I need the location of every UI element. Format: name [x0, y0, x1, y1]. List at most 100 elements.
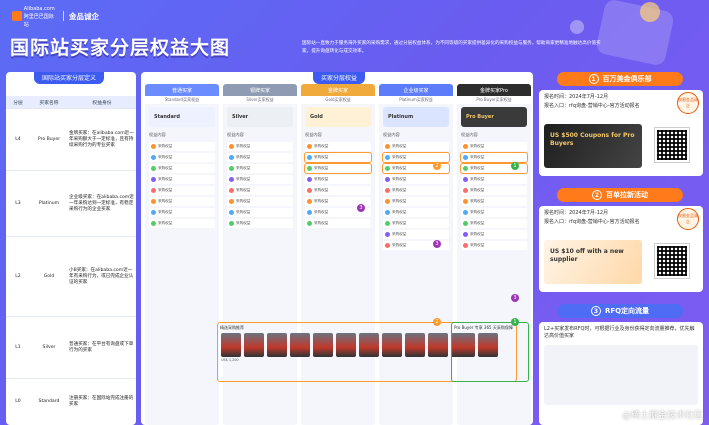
marker-badge: 1: [511, 318, 519, 326]
benefit-row[interactable]: 采购权益: [227, 175, 293, 184]
benefit-row[interactable]: 采购权益: [461, 175, 527, 184]
activity-card-1: 报名时间：2024年7月-12月 报名入口：rfq询盘-营销中心-官方活动报名 …: [539, 90, 703, 176]
product-image[interactable]: [428, 333, 448, 357]
benefit-row[interactable]: 采购权益: [461, 219, 527, 228]
qr-code[interactable]: [654, 243, 690, 279]
member-card[interactable]: Pro Buyer: [461, 107, 527, 127]
benefit-row-label: 采购权益: [236, 155, 251, 159]
benefit-row[interactable]: 采购权益: [149, 208, 215, 217]
row-level: L0: [15, 399, 21, 404]
benefit-row[interactable]: 采购权益: [461, 197, 527, 206]
product-image[interactable]: [290, 333, 310, 357]
benefit-icon: [229, 199, 234, 204]
benefit-row-label: 采购权益: [470, 199, 485, 203]
benefit-row[interactable]: 采购权益: [383, 186, 449, 195]
benefit-row-label: 采购权益: [236, 221, 251, 225]
product-image[interactable]: [221, 333, 241, 357]
benefit-row[interactable]: 采购权益: [149, 197, 215, 206]
product-image[interactable]: [405, 333, 425, 357]
benefit-row[interactable]: 采购权益: [304, 163, 372, 174]
benefit-icon: [151, 199, 156, 204]
benefit-row[interactable]: 采购权益: [461, 186, 527, 195]
coupon-banner[interactable]: US $500 Coupons for Pro Buyers: [544, 124, 642, 168]
benefit-row[interactable]: 采购权益: [461, 208, 527, 217]
benefit-row-label: 采购权益: [158, 221, 173, 225]
coupon-banner[interactable]: US $10 off with a new supplier: [544, 240, 642, 284]
row-desc: 企业级买家：在alibaba.com近一年采购达到一定标准，有稳定采购行为的企业…: [69, 194, 134, 212]
benefit-row-label: 采购权益: [236, 199, 251, 203]
table-header: 分层 买家名称 权益身份: [6, 96, 136, 108]
benefit-row[interactable]: 采购权益: [149, 186, 215, 195]
benefit-row[interactable]: 采购权益: [304, 152, 372, 163]
row-name: Gold: [43, 273, 55, 279]
benefit-row[interactable]: 采购权益: [383, 197, 449, 206]
benefit-icon: [463, 199, 468, 204]
product-image[interactable]: [336, 333, 356, 357]
member-card[interactable]: Silver: [227, 107, 293, 127]
benefit-row[interactable]: 采购权益: [227, 142, 293, 151]
benefit-row[interactable]: 采购权益: [383, 230, 449, 239]
product-image[interactable]: [455, 333, 475, 357]
member-card[interactable]: Gold: [305, 107, 371, 127]
member-card[interactable]: Platinum: [383, 107, 449, 127]
benefit-icon: [385, 243, 390, 248]
header-level: 分层: [13, 100, 23, 106]
benefit-row[interactable]: 采购权益: [383, 208, 449, 217]
benefit-row-label: 采购权益: [158, 155, 173, 159]
benefit-row[interactable]: 采购权益: [383, 175, 449, 184]
benefit-row[interactable]: 采购权益: [149, 175, 215, 184]
benefit-row[interactable]: 采购权益: [305, 186, 371, 195]
header-name: 买家名称: [39, 100, 59, 106]
logo-line2: 阿里巴巴国际站: [23, 14, 54, 28]
benefit-row[interactable]: 采购权益: [305, 142, 371, 151]
product-image[interactable]: [313, 333, 333, 357]
decoration-shape: [570, 20, 584, 34]
benefit-icon: [151, 177, 156, 182]
benefit-row[interactable]: 采购权益: [383, 142, 449, 151]
column-subtitle: Standard买家权益: [145, 96, 219, 104]
product-image[interactable]: [478, 333, 498, 357]
logo-line1: Alibaba.com: [23, 6, 55, 12]
qr-code[interactable]: [654, 127, 690, 163]
benefit-row[interactable]: 采购权益: [227, 164, 293, 173]
row-name: Pro Buyer: [37, 136, 61, 142]
benefit-row[interactable]: 采购权益: [227, 219, 293, 228]
benefit-row[interactable]: 采购权益: [227, 197, 293, 206]
alibaba-logo: Alibaba.com 阿里巴巴国际站: [12, 6, 58, 28]
benefit-icon: [463, 243, 468, 248]
product-image[interactable]: [359, 333, 379, 357]
step-number: 3: [590, 306, 601, 316]
product-image[interactable]: [267, 333, 287, 357]
benefit-icon: [385, 188, 390, 193]
benefit-row-label: 采购权益: [392, 243, 407, 247]
benefit-row[interactable]: 采购权益: [149, 153, 215, 162]
benefit-row[interactable]: 采购权益: [227, 186, 293, 195]
benefit-row[interactable]: 采购权益: [227, 153, 293, 162]
product-image[interactable]: [244, 333, 264, 357]
marker-badge: 3: [357, 204, 365, 212]
benefit-row[interactable]: 采购权益: [149, 142, 215, 151]
benefit-row[interactable]: 采购权益: [461, 230, 527, 239]
marker-badge: 2: [433, 318, 441, 326]
benefit-icon: [463, 232, 468, 237]
benefit-row[interactable]: 采购权益: [305, 175, 371, 184]
benefit-icon: [385, 199, 390, 204]
row-name: Platinum: [38, 200, 60, 206]
benefit-row[interactable]: 采购权益: [305, 219, 371, 228]
marker-badge: 2: [433, 162, 441, 170]
benefit-row[interactable]: 采购权益: [149, 219, 215, 228]
benefit-row[interactable]: 采购权益: [461, 142, 527, 151]
benefit-row[interactable]: 采购权益: [382, 152, 450, 163]
benefit-row[interactable]: 采购权益: [149, 164, 215, 173]
pro-buyer-strip[interactable]: Pro Buyer 专享 365 天采购保障: [451, 322, 529, 382]
member-card[interactable]: Standard: [149, 107, 215, 127]
benefit-row-label: 采购权益: [470, 166, 485, 170]
benefit-row[interactable]: 采购权益: [383, 219, 449, 228]
column-subtitle: Gold买家权益: [301, 96, 375, 104]
benefit-row[interactable]: 采购权益: [227, 208, 293, 217]
table-row: L4 Pro Buyer 金牌买家：在alibaba.com近一年采购额大于一定…: [6, 108, 136, 170]
benefit-row[interactable]: 采购权益: [461, 241, 527, 250]
benefit-row[interactable]: 采购权益: [460, 152, 528, 163]
benefit-icon: [151, 221, 156, 226]
product-image[interactable]: [382, 333, 402, 357]
